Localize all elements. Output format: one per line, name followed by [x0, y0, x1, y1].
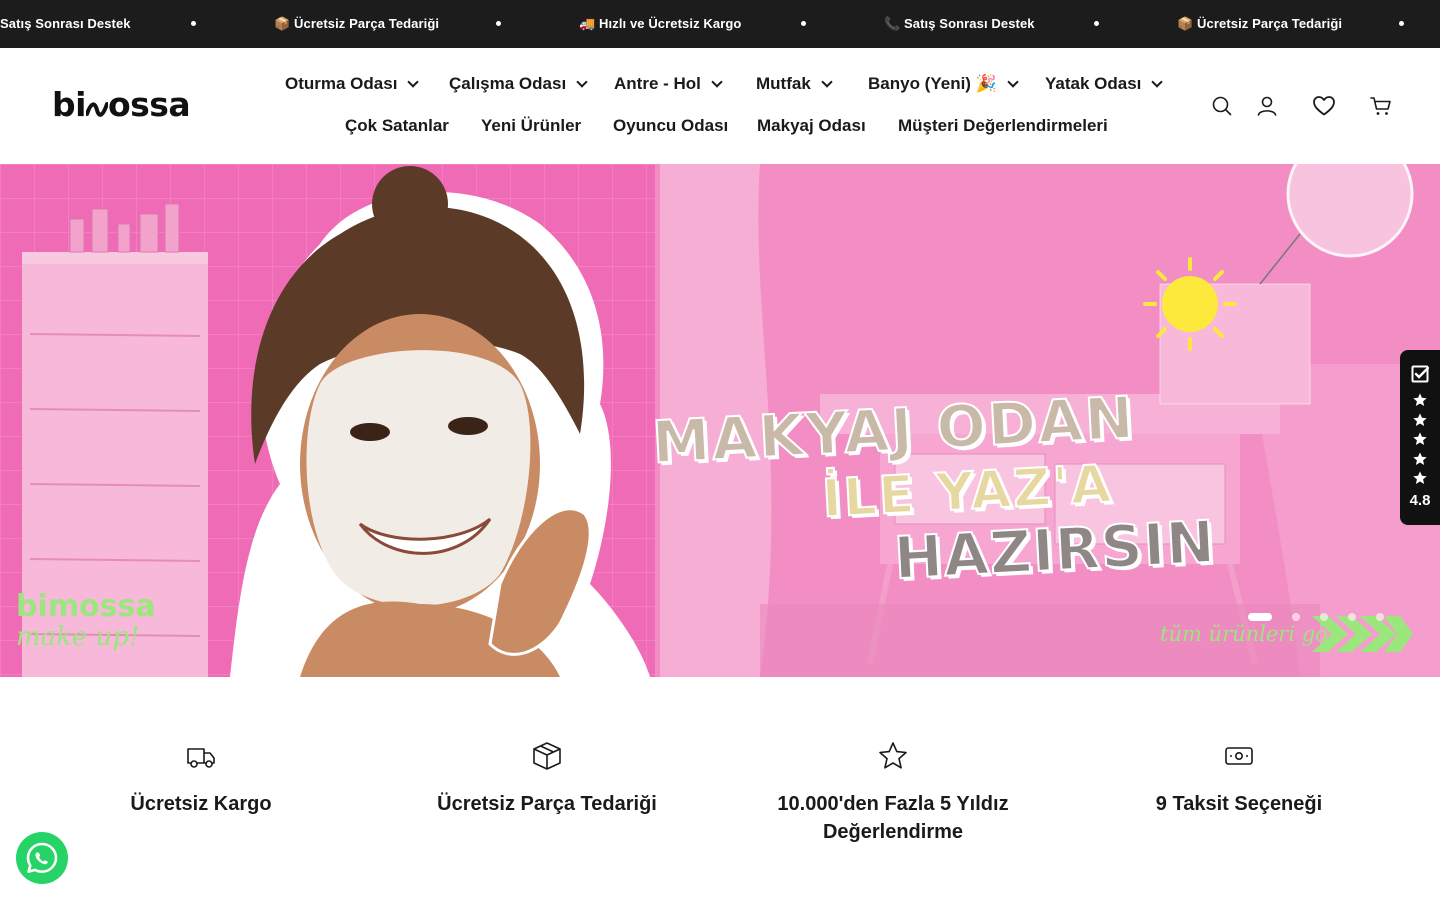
hero-banner[interactable]: MAKYAJ ODAN İLE YAZ'A HAZIRSIN [0, 164, 1440, 677]
star-icon [1413, 432, 1427, 445]
star-icon [1413, 413, 1427, 426]
feature-free-parts: Ücretsiz Parça Tedariği [374, 740, 720, 818]
account-icon[interactable] [1255, 94, 1279, 118]
logo-swash-icon [85, 102, 108, 117]
nav-item-musteri-degerlendirmeleri[interactable]: Müşteri Değerlendirmeleri [898, 114, 1108, 138]
star-icon [1413, 452, 1427, 465]
announcement-bar: Satış Sonrası Destek 📦 Ücretsiz Parça Te… [0, 0, 1440, 48]
announcement-item: 🚚 Hızlı ve Ücretsiz Kargo [579, 16, 742, 31]
announcement-separator [1399, 21, 1404, 26]
nav-item-banyo[interactable]: Banyo (Yeni) 🎉 [868, 72, 1019, 96]
nav-item-yeni-urunler[interactable]: Yeni Ürünler [481, 114, 581, 138]
announcement-item: 📦 Ücretsiz Parça Tedariği [274, 16, 440, 31]
feature-label: 9 Taksit Seçeneği [1155, 793, 1323, 815]
nav-item-yatak-odasi[interactable]: Yatak Odası [1045, 72, 1164, 96]
nav-item-cok-satanlar[interactable]: Çok Satanlar [345, 114, 449, 138]
star-icon [1413, 471, 1427, 484]
feature-label: 10.000'den Fazla 5 Yıldız Değerlendirme [777, 793, 1009, 843]
feature-installments: 9 Taksit Seçeneği [1066, 740, 1412, 818]
whatsapp-icon [26, 842, 58, 873]
site-logo[interactable]: bi ossa [52, 85, 212, 125]
announcement-item: 📦 Ücretsiz Parça Tedariği [1177, 16, 1343, 31]
announcement-separator [801, 21, 806, 26]
announcement-track: Satış Sonrası Destek 📦 Ücretsiz Parça Te… [0, 0, 1440, 48]
review-score: 4.8 [1409, 492, 1431, 509]
cart-icon[interactable] [1369, 94, 1393, 118]
hero-brand-tagline: make up! [16, 622, 140, 652]
hero-brand-name: bimossa [16, 589, 156, 624]
slider-dot[interactable] [1348, 613, 1356, 621]
star-outline-icon [879, 742, 907, 769]
slider-dot-active[interactable] [1248, 613, 1272, 621]
star-icon [1413, 393, 1427, 406]
chevron-down-icon [576, 76, 588, 88]
feature-label: Ücretsiz Parça Tedariği [437, 793, 657, 815]
search-icon[interactable] [1210, 94, 1234, 118]
hero-brand-mark: bimossa make up! [16, 589, 156, 653]
nav-item-oturma-odasi[interactable]: Oturma Odası [285, 72, 420, 96]
wishlist-heart-icon[interactable] [1312, 94, 1336, 118]
feature-five-star-reviews: 10.000'den Fazla 5 Yıldız Değerlendirme [720, 740, 1066, 846]
chevron-down-icon [711, 76, 723, 88]
nav-item-antre-hol[interactable]: Antre - Hol [614, 72, 723, 96]
money-icon [1225, 747, 1253, 765]
chevron-down-icon [1007, 76, 1019, 88]
reviews-badge[interactable]: 4.8 [1400, 350, 1440, 525]
announcement-separator [191, 21, 196, 26]
box-icon [533, 742, 561, 770]
announcement-item: 📞 Satış Sonrası Destek [884, 16, 1035, 31]
hero-cta-link[interactable]: tüm ürünleri gör [1160, 622, 1338, 646]
feature-free-shipping: Ücretsiz Kargo [28, 740, 374, 818]
chevron-down-icon [1151, 76, 1164, 88]
nav-item-makyaj-odasi[interactable]: Makyaj Odası [757, 114, 866, 138]
chevron-down-icon [821, 76, 833, 88]
announcement-separator [1094, 21, 1099, 26]
announcement-item: Satış Sonrası Destek [0, 16, 131, 31]
truck-icon [187, 748, 215, 768]
announcement-separator [496, 21, 501, 26]
slider-dot[interactable] [1320, 613, 1328, 621]
whatsapp-button[interactable] [16, 832, 68, 884]
chevron-down-icon [407, 76, 420, 88]
slider-dot[interactable] [1376, 613, 1384, 621]
nav-item-calisma-odasi[interactable]: Çalışma Odası [449, 72, 588, 96]
site-header: bi ossa Oturma Odası Çalışma Odası Antre … [0, 48, 1440, 164]
slider-dot[interactable] [1292, 613, 1300, 621]
feature-label: Ücretsiz Kargo [130, 793, 272, 815]
verified-check-icon [1411, 365, 1429, 383]
nav-item-oyuncu-odasi[interactable]: Oyuncu Odası [613, 114, 728, 138]
nav-item-mutfak[interactable]: Mutfak [756, 72, 833, 96]
